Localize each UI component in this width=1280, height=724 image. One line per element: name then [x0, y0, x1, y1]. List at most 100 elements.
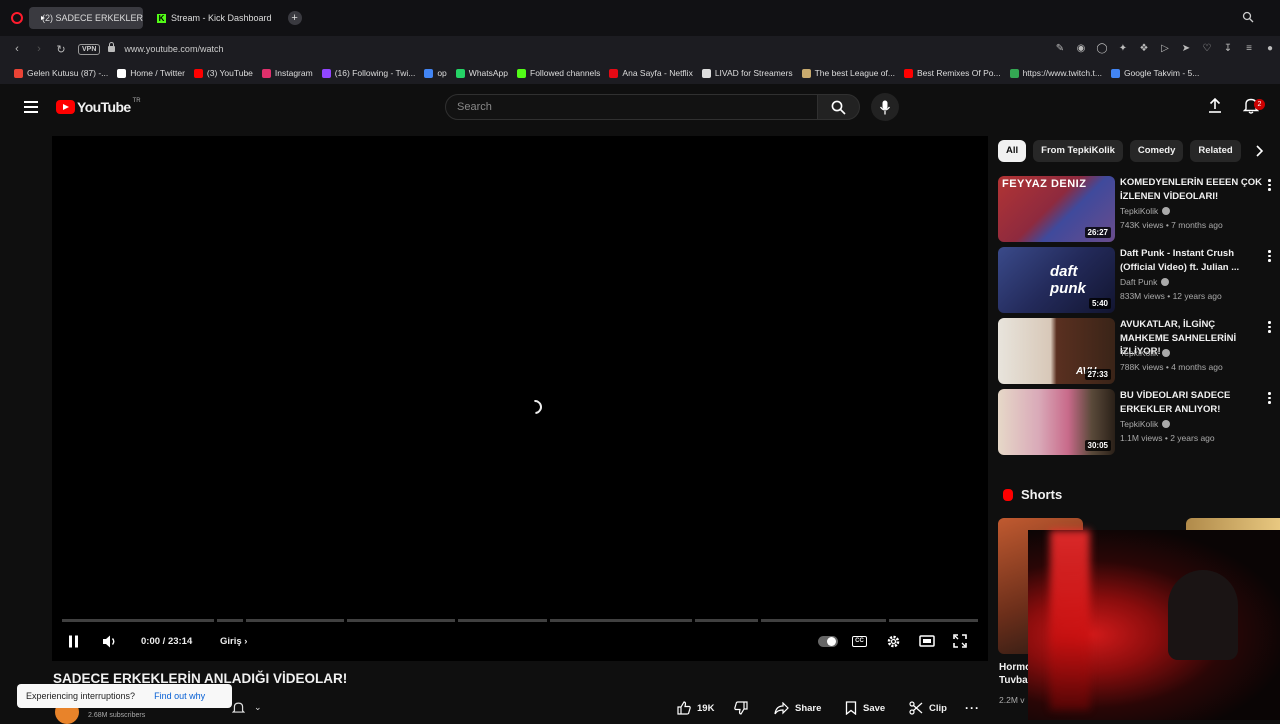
- recommendation-channel[interactable]: TepkiKolik: [1120, 419, 1171, 429]
- subtitles-cc-icon[interactable]: CC: [852, 636, 867, 647]
- chip-all[interactable]: All: [998, 140, 1027, 162]
- progress-chapter-segment[interactable]: [62, 619, 214, 622]
- bookmark-icon: [845, 701, 857, 715]
- bookmark-item[interactable]: Followed channels: [517, 68, 600, 78]
- chip-comedy[interactable]: Comedy: [1129, 140, 1184, 162]
- search-input[interactable]: [446, 95, 817, 119]
- progress-chapter-segment[interactable]: [760, 619, 886, 622]
- find-out-why-link[interactable]: Find out why: [154, 691, 205, 701]
- upload-icon[interactable]: [1208, 98, 1222, 113]
- progress-chapter-segment[interactable]: [695, 619, 758, 622]
- bookmark-item[interactable]: (16) Following - Twi...: [321, 68, 415, 78]
- bookmark-item[interactable]: LIVAD for Streamers: [701, 68, 793, 78]
- menu-icon[interactable]: ≡: [1243, 43, 1255, 55]
- bookmark-item[interactable]: Best Remixes Of Po...: [903, 68, 1001, 78]
- recommendation-channel[interactable]: TepkiKolik: [1120, 348, 1171, 358]
- youtube-logo[interactable]: YouTube TR: [56, 98, 141, 115]
- reload-icon[interactable]: ↻: [50, 43, 72, 56]
- bookmark-item[interactable]: Gelen Kutusu (87) -...: [14, 68, 108, 78]
- kebab-menu-icon[interactable]: [1268, 392, 1271, 406]
- progress-chapter-segment[interactable]: [347, 619, 455, 622]
- short-thumbnail[interactable]: [1186, 518, 1280, 530]
- shield-icon[interactable]: ◯: [1096, 43, 1108, 55]
- chip-related[interactable]: Related: [1190, 140, 1241, 162]
- bookmark-item[interactable]: The best League of...: [801, 68, 895, 78]
- voice-search-button[interactable]: [871, 93, 899, 121]
- tab-kick[interactable]: K Stream - Kick Dashboard: [149, 7, 280, 29]
- chevron-down-icon[interactable]: ⌄: [254, 702, 262, 713]
- video-player[interactable]: 0:00 / 23:14 Giriş › CC: [52, 136, 988, 661]
- clip-button[interactable]: Clip: [909, 697, 947, 719]
- short-title[interactable]: Hormo: [999, 661, 1031, 675]
- recommendation-title[interactable]: BU VİDEOLARI SADECE ERKEKLER ANLIYOR!: [1120, 389, 1265, 416]
- menu-hamburger-icon[interactable]: [24, 101, 38, 116]
- pause-icon[interactable]: [68, 635, 79, 648]
- bookmark-item[interactable]: Google Takvim - 5...: [1110, 68, 1199, 78]
- progress-bar[interactable]: [62, 619, 978, 622]
- bookmark-item[interactable]: https://www.twitch.t...: [1009, 68, 1102, 78]
- recommendation-title[interactable]: Daft Punk - Instant Crush (Official Vide…: [1120, 247, 1265, 274]
- bookmark-favicon-icon: [424, 68, 434, 78]
- short-title[interactable]: Tuvba: [999, 675, 1031, 686]
- bookmark-item[interactable]: Instagram: [261, 68, 313, 78]
- chapter-button[interactable]: Giriş ›: [220, 636, 247, 647]
- recommendation-item[interactable]: AVU 27:33 AVUKATLAR, İLGİNÇ MAHKEME SAHN…: [998, 318, 1278, 384]
- video-thumbnail[interactable]: FEYYAZ DENIZ 26:27: [998, 176, 1115, 242]
- video-thumbnail[interactable]: daft punk 5:40: [998, 247, 1115, 313]
- search-tabs-icon[interactable]: [1242, 11, 1254, 23]
- forward-icon[interactable]: ›: [28, 43, 50, 55]
- flow-icon[interactable]: ➤: [1180, 43, 1192, 55]
- download-icon[interactable]: ↧: [1222, 43, 1234, 55]
- extension-icon[interactable]: ✦: [1117, 43, 1129, 55]
- bookmark-item[interactable]: op: [424, 68, 447, 78]
- bookmark-item[interactable]: (3) YouTube: [193, 68, 253, 78]
- bookmark-item[interactable]: WhatsApp: [455, 68, 508, 78]
- like-button[interactable]: 19K: [677, 697, 714, 719]
- progress-chapter-segment[interactable]: [246, 619, 345, 622]
- lock-icon[interactable]: [108, 42, 116, 52]
- chevron-right-icon[interactable]: [1254, 145, 1264, 157]
- url-field[interactable]: www.youtube.com/watch: [124, 44, 223, 54]
- video-thumbnail[interactable]: AVU 27:33: [998, 318, 1115, 384]
- progress-chapter-segment[interactable]: [216, 619, 244, 622]
- tab-youtube[interactable]: (2) SADECE ERKEKLERİN A: [29, 7, 143, 29]
- progress-chapter-segment[interactable]: [549, 619, 693, 622]
- edit-icon[interactable]: ✎: [1054, 43, 1066, 55]
- search-button[interactable]: [817, 94, 860, 120]
- recommendation-channel[interactable]: Daft Punk: [1120, 277, 1170, 287]
- kebab-menu-icon[interactable]: [1268, 321, 1271, 335]
- bookmark-item[interactable]: Home / Twitter: [117, 68, 185, 78]
- profile-icon[interactable]: ●: [1264, 43, 1276, 55]
- recommendation-item[interactable]: 30:05 BU VİDEOLARI SADECE ERKEKLER ANLIY…: [998, 389, 1278, 455]
- pinboard-icon[interactable]: ❖: [1138, 43, 1150, 55]
- progress-chapter-segment[interactable]: [457, 619, 547, 622]
- volume-icon[interactable]: [102, 634, 118, 649]
- new-tab-button[interactable]: +: [287, 11, 302, 25]
- settings-gear-icon[interactable]: [886, 634, 901, 649]
- recommendation-item[interactable]: daft punk 5:40 Daft Punk - Instant Crush…: [998, 247, 1278, 313]
- progress-chapter-segment[interactable]: [888, 619, 978, 622]
- kebab-menu-icon[interactable]: [1268, 179, 1271, 193]
- autoplay-toggle[interactable]: [818, 636, 838, 647]
- more-actions-icon[interactable]: ···: [965, 701, 980, 715]
- save-button[interactable]: Save: [845, 697, 885, 719]
- heart-icon[interactable]: ♡: [1201, 43, 1213, 55]
- share-button[interactable]: Share: [774, 697, 821, 719]
- fullscreen-icon[interactable]: [953, 634, 967, 648]
- recommendation-channel[interactable]: TepkiKolik: [1120, 206, 1171, 216]
- kebab-menu-icon[interactable]: [1268, 250, 1271, 264]
- recommendation-title[interactable]: KOMEDYENLERİN EEEEN ÇOK İZLENEN VİDEOLAR…: [1120, 176, 1265, 203]
- chip-from-channel[interactable]: From TepkiKolik: [1033, 140, 1123, 162]
- channel-name: TepkiKolik: [1120, 348, 1159, 358]
- camera-icon[interactable]: ◉: [1075, 43, 1087, 55]
- subscription-bell-icon[interactable]: [232, 701, 245, 715]
- back-icon[interactable]: ‹: [6, 43, 28, 55]
- recommendation-item[interactable]: FEYYAZ DENIZ 26:27 KOMEDYENLERİN EEEEN Ç…: [998, 176, 1278, 242]
- dislike-button[interactable]: [734, 697, 748, 719]
- opera-logo-icon[interactable]: [11, 12, 23, 24]
- video-thumbnail[interactable]: 30:05: [998, 389, 1115, 455]
- vpn-badge[interactable]: VPN: [78, 43, 101, 55]
- theater-mode-icon[interactable]: [919, 635, 935, 647]
- bookmark-item[interactable]: Ana Sayfa - Netflix: [609, 68, 693, 78]
- player-icon[interactable]: ▷: [1159, 43, 1171, 55]
